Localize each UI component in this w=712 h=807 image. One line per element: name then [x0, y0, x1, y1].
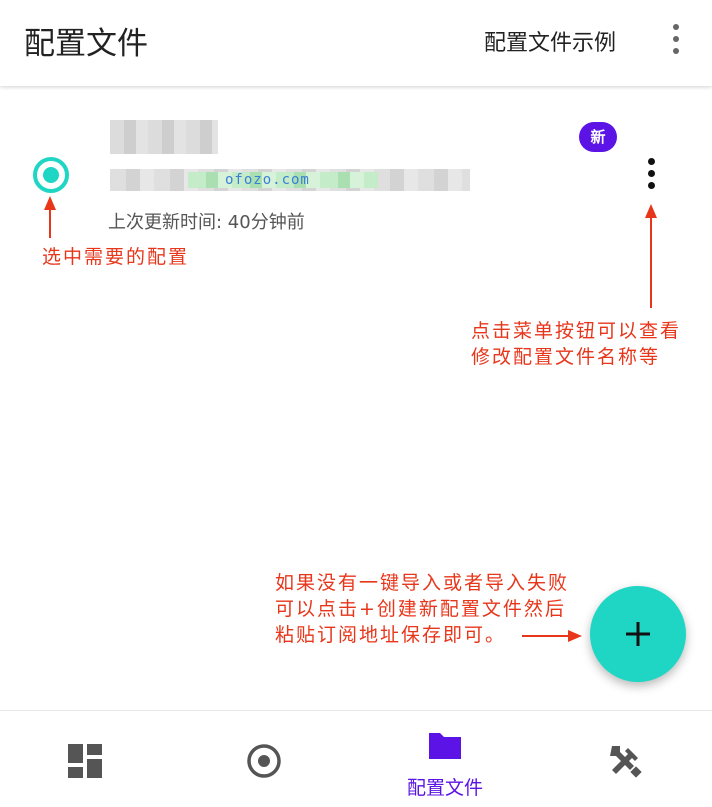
annotation-menu-line1: 点击菜单按钮可以查看: [471, 320, 682, 342]
plus-icon: [626, 622, 650, 646]
tools-icon: [610, 746, 642, 778]
annotation-menu-line2: 修改配置文件名称等: [471, 346, 661, 368]
nav-dashboard[interactable]: [0, 711, 178, 807]
profile-updated-time: 上次更新时间: 40分钟前: [108, 212, 305, 233]
dashboard-icon: [68, 744, 102, 778]
new-badge: 新: [579, 122, 617, 152]
annotation-arrow: [522, 635, 570, 637]
nav-profiles[interactable]: 配置文件: [356, 711, 534, 807]
annotation-fab-line2: 可以点击+创建新配置文件然后: [275, 598, 566, 620]
add-profile-button[interactable]: [590, 586, 686, 682]
profile-selected-radio[interactable]: [33, 157, 69, 193]
profile-menu-icon[interactable]: [640, 156, 664, 192]
more-vert-icon[interactable]: [664, 20, 688, 58]
folder-icon: [429, 733, 461, 759]
radio-target-icon: [247, 744, 281, 778]
profile-examples-button[interactable]: 配置文件示例: [484, 25, 616, 57]
bottom-navigation: 配置文件: [0, 710, 712, 807]
profile-name-blurred: [110, 120, 218, 154]
nav-tools[interactable]: [534, 711, 712, 807]
nav-profiles-label: 配置文件: [406, 777, 483, 799]
annotation-arrow-head: [568, 630, 582, 642]
app-bar: 配置文件 配置文件示例: [0, 0, 712, 86]
annotation-fab-line3: 粘贴订阅地址保存即可。: [275, 624, 507, 646]
annotation-arrow: [49, 208, 51, 238]
page-title: 配置文件: [24, 26, 148, 62]
annotation-select: 选中需要的配置: [42, 246, 190, 268]
annotation-arrow: [650, 216, 652, 308]
watermark: ofozo.com: [225, 172, 310, 188]
annotation-fab-line1: 如果没有一键导入或者导入失败: [275, 572, 570, 594]
nav-proxy[interactable]: [178, 711, 356, 807]
profile-card[interactable]: ofozo.com 上次更新时间: 40分钟前 新: [0, 100, 712, 250]
